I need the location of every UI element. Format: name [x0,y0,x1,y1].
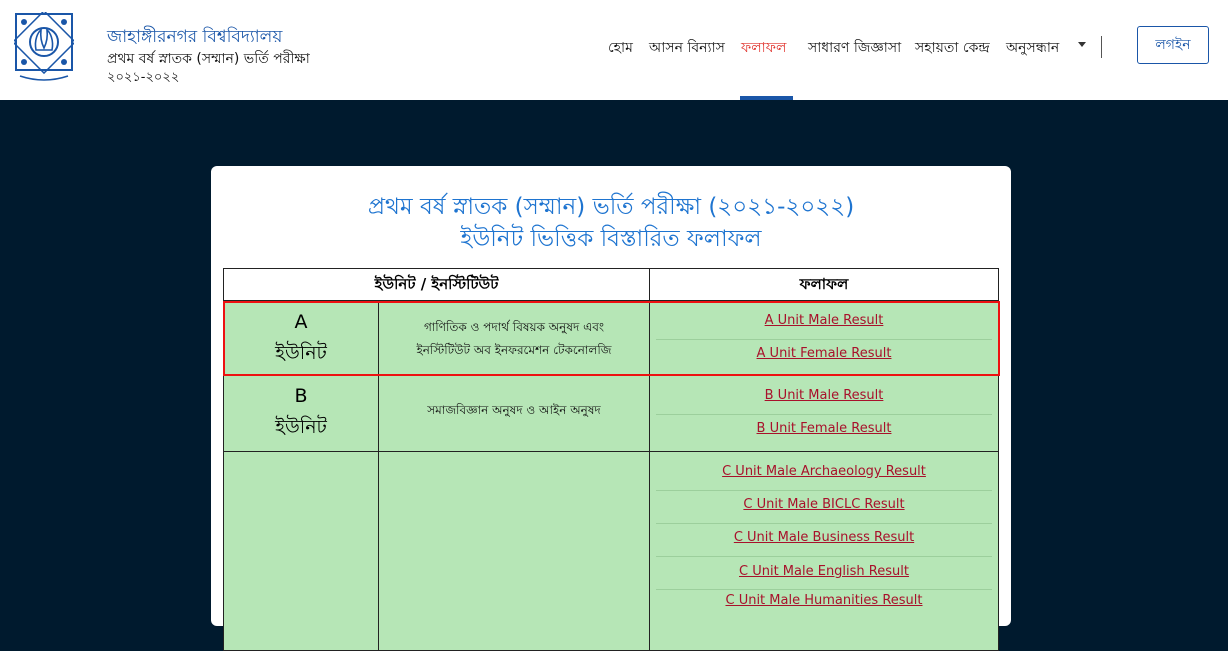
result-link[interactable]: B Unit Female Result [650,421,998,436]
divider [656,589,992,590]
result-cell-b: B Unit Male Result B Unit Female Result [649,375,999,452]
result-cell-c: C Unit Male Archaeology Result C Unit Ma… [649,451,999,651]
unit-letter: B [294,385,308,407]
faculty-cell-b: সমাজবিজ্ঞান অনুষদ ও আইন অনুষদ [378,375,650,452]
unit-letter: A [294,311,308,333]
unit-word: ইউনিট [275,342,327,364]
nav-divider [1101,36,1102,58]
faculty-line: সমাজবিজ্ঞান অনুষদ ও আইন অনুষদ [427,403,601,417]
faculty-line: ইনস্টিটিউট অব ইনফরমেশন টেকনোলজি [416,343,612,357]
faculty-cell-a: গাণিতিক ও পদার্থ বিষয়ক অনুষদ এবং ইনস্টি… [378,300,650,376]
result-link[interactable]: C Unit Male Archaeology Result [650,464,998,479]
result-link[interactable]: C Unit Male Business Result [650,530,998,545]
nav-help-center[interactable]: সহায়তা কেন্দ্র [915,36,990,56]
unit-cell-b: B ইউনিট [223,375,379,452]
divider [656,523,992,524]
divider [656,490,992,491]
session-year: ২০২১-২০২২ [107,70,180,85]
result-link[interactable]: C Unit Male BICLC Result [650,497,998,512]
result-link[interactable]: A Unit Female Result [650,346,998,361]
nav-search[interactable]: অনুসন্ধান [1006,36,1059,56]
result-link[interactable]: C Unit Male English Result [650,564,998,579]
result-link[interactable]: C Unit Male Humanities Result [650,593,998,608]
results-card: প্রথম বর্ষ স্নাতক (সম্মান) ভর্তি পরীক্ষা… [211,166,1011,651]
table-header-unit: ইউনিট / ইনস্টিটিউট [223,268,650,301]
table-header-result: ফলাফল [649,268,999,301]
card-subtitle: ইউনিট ভিত্তিক বিস্তারিত ফলাফল [460,226,762,252]
active-nav-indicator [740,96,793,100]
nav-results[interactable]: ফলাফল [741,36,786,56]
nav-home[interactable]: হোম [608,36,633,56]
top-navbar: জাহাঙ্গীরনগর বিশ্ববিদ্যালয় প্রথম বর্ষ স… [0,0,1228,100]
faculty-cell-c [378,451,650,651]
university-seal-icon[interactable] [11,9,77,86]
nav-faq[interactable]: সাধারণ জিজ্ঞাসা [808,36,901,56]
chevron-down-icon[interactable] [1078,42,1086,47]
login-button[interactable]: লগইন [1137,26,1209,64]
unit-cell-c [223,451,379,651]
divider [656,556,992,557]
divider [656,339,992,340]
unit-cell-a: A ইউনিট [223,300,379,376]
result-cell-a: A Unit Male Result A Unit Female Result [649,300,999,376]
divider [656,414,992,415]
result-link[interactable]: B Unit Male Result [650,388,998,403]
unit-word: ইউনিট [275,416,327,438]
result-link[interactable]: A Unit Male Result [650,313,998,328]
nav-seat-plan[interactable]: আসন বিন্যাস [649,36,725,56]
faculty-line: গাণিতিক ও পদার্থ বিষয়ক অনুষদ এবং [423,320,605,334]
